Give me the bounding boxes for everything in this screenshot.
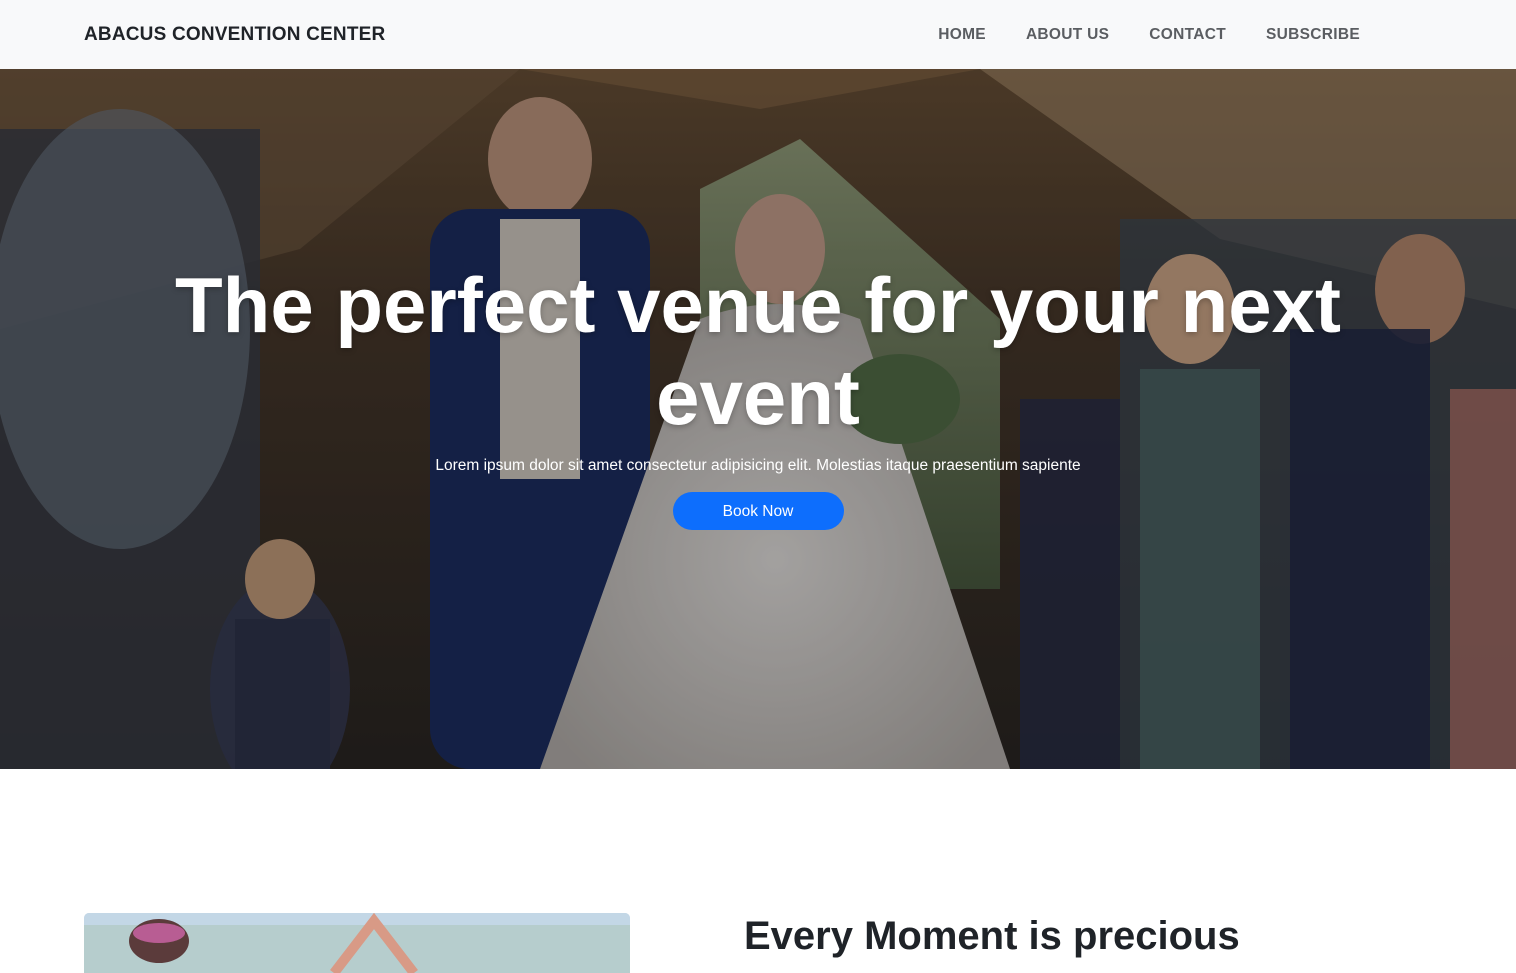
- hero-content: The perfect venue for your next event Lo…: [0, 259, 1516, 530]
- navbar: ABACUS CONVENTION CENTER HOME ABOUT US C…: [0, 0, 1516, 69]
- about-image: [84, 913, 630, 973]
- couple-photo-icon: [84, 913, 630, 973]
- brand-logo[interactable]: ABACUS CONVENTION CENTER: [84, 24, 385, 46]
- nav-link-subscribe[interactable]: SUBSCRIBE: [1266, 26, 1360, 43]
- nav-link-contact[interactable]: CONTACT: [1149, 26, 1226, 43]
- nav-link-home[interactable]: HOME: [938, 26, 986, 43]
- nav-link-about-us[interactable]: ABOUT US: [1026, 26, 1109, 43]
- about-heading: Every Moment is precious: [744, 914, 1240, 958]
- nav-links: HOME ABOUT US CONTACT SUBSCRIBE: [938, 26, 1360, 44]
- hero-section: The perfect venue for your next event Lo…: [0, 69, 1516, 769]
- hero-subtitle: Lorem ipsum dolor sit amet consectetur a…: [435, 457, 1081, 474]
- hero-title: The perfect venue for your next event: [175, 261, 1341, 441]
- book-now-button[interactable]: Book Now: [672, 492, 844, 530]
